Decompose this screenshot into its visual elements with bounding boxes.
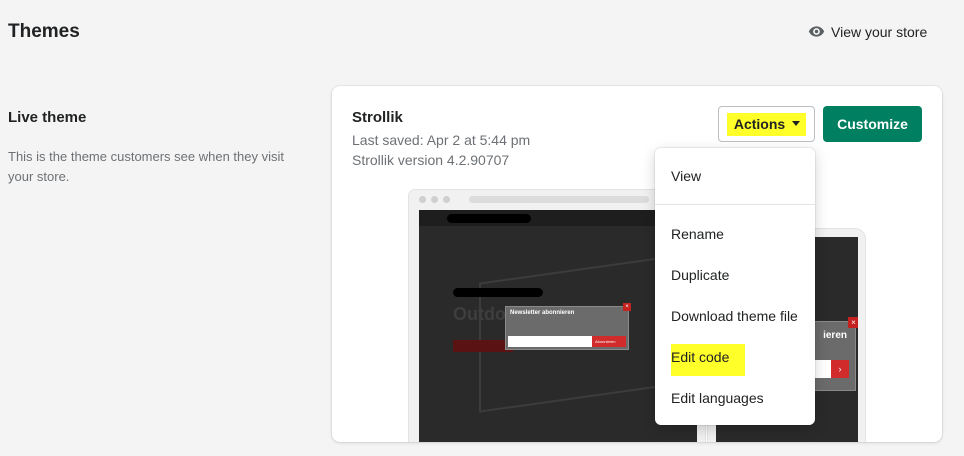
caret-down-icon	[792, 121, 801, 126]
menu-item-rename[interactable]: Rename	[671, 226, 724, 242]
view-store-label: View your store	[831, 23, 928, 40]
preview-popup-title: Newsletter abonnieren	[510, 310, 575, 316]
browser-dot-icon	[431, 195, 438, 203]
live-theme-description: This is the theme customers see when the…	[8, 149, 285, 184]
menu-divider	[655, 204, 815, 205]
theme-name: Strollik	[352, 109, 403, 126]
preview-popup-input	[508, 336, 594, 347]
preview-popup-button: Abonnieren	[592, 336, 626, 347]
browser-url-bar	[469, 195, 649, 203]
eye-icon	[808, 26, 825, 37]
actions-menu: View Rename Duplicate Download theme fil…	[655, 148, 815, 425]
preview-popup: Newsletter abonnieren Abonnieren ×	[505, 303, 631, 350]
customize-button[interactable]: Customize	[823, 106, 922, 142]
theme-card: Strollik Last saved: Apr 2 at 5:44 pm St…	[332, 86, 942, 442]
preview-hero-title: Outdo	[453, 304, 506, 324]
menu-item-edit-languages[interactable]: Edit languages	[671, 390, 764, 406]
preview-cta	[453, 340, 513, 352]
view-store-link[interactable]: View your store	[808, 23, 927, 40]
close-icon: ×	[623, 303, 631, 311]
page-title: Themes	[8, 21, 80, 42]
live-theme-title: Live theme	[8, 109, 87, 126]
menu-item-edit-code[interactable]: Edit code	[671, 344, 746, 376]
actions-button[interactable]: Actions	[718, 106, 815, 142]
browser-dot-icon	[419, 195, 426, 203]
close-icon: ×	[848, 317, 858, 328]
theme-last-saved: Last saved: Apr 2 at 5:44 pm	[352, 132, 531, 148]
redaction-mark	[453, 288, 543, 297]
mobile-popup-title: ieren	[823, 330, 847, 341]
theme-version: Strollik version 4.2.90707	[352, 152, 510, 168]
menu-item-download-theme-file[interactable]: Download theme file	[671, 308, 798, 324]
actions-label: Actions	[733, 115, 786, 132]
browser-dot-icon	[443, 195, 450, 203]
chevron-right-icon: ›	[831, 360, 849, 378]
menu-item-duplicate[interactable]: Duplicate	[671, 267, 729, 283]
actions-button-inner: Actions	[726, 112, 807, 136]
redaction-mark	[447, 214, 531, 223]
menu-item-view[interactable]: View	[671, 168, 701, 184]
